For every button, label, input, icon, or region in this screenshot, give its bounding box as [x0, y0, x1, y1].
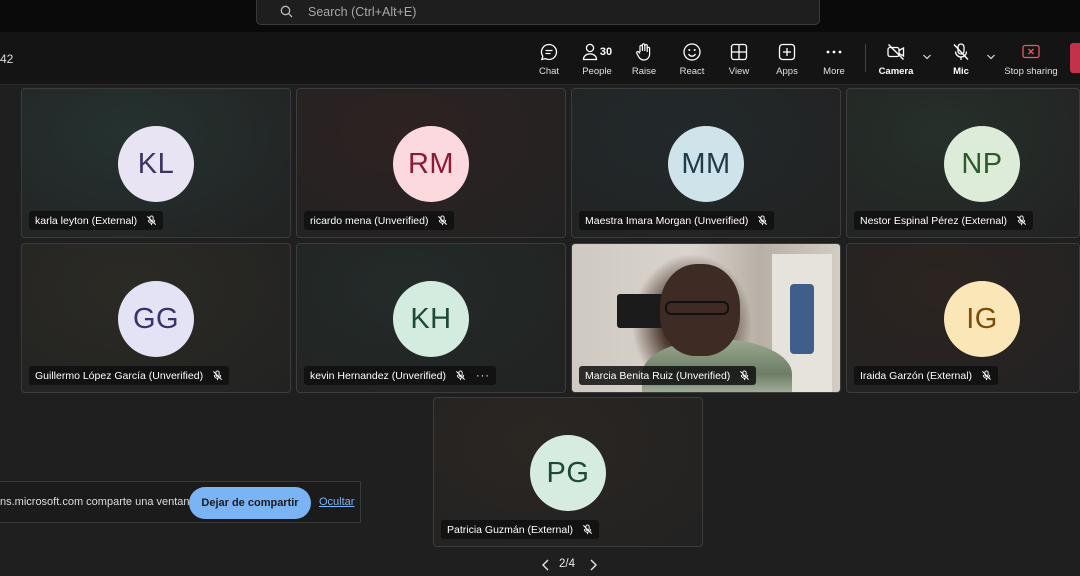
participant-name: Marcia Benita Ruiz (Unverified): [585, 369, 731, 382]
more-dots-icon: [826, 50, 842, 54]
stop-sharing-label: Stop sharing: [1004, 66, 1058, 77]
more-button[interactable]: More: [810, 32, 858, 84]
camera-off-icon: [887, 44, 905, 60]
participant-tile[interactable]: KH kevin Hernandez (Unverified) ···: [296, 243, 566, 393]
participant-tile[interactable]: NP Nestor Espinal Pérez (External): [846, 88, 1080, 238]
avatar: KL: [118, 126, 194, 202]
participant-nameplate: ricardo mena (Unverified): [304, 211, 455, 230]
page-indicator: 2/4: [559, 558, 575, 570]
participant-nameplate: Nestor Espinal Pérez (External): [854, 211, 1034, 230]
participant-name: Iraida Garzón (External): [860, 369, 973, 382]
participant-name: karla leyton (External): [35, 214, 138, 227]
mic-off-icon: [953, 43, 969, 60]
participant-nameplate: Iraida Garzón (External): [854, 366, 999, 385]
avatar: NP: [944, 126, 1020, 202]
people-icon: [582, 43, 598, 61]
participant-name: Maestra Imara Morgan (Unverified): [585, 214, 749, 227]
mic-options-chevron-icon[interactable]: [986, 52, 996, 62]
participant-tile[interactable]: KL karla leyton (External): [21, 88, 291, 238]
participant-name: Patricia Guzmán (External): [447, 523, 574, 536]
avatar: KH: [393, 281, 469, 357]
search-icon: [280, 5, 293, 18]
add-app-icon: [778, 43, 796, 61]
participant-tile[interactable]: PG Patricia Guzmán (External): [433, 397, 703, 547]
leave-button[interactable]: [1070, 43, 1080, 73]
participant-tile-video[interactable]: Marcia Benita Ruiz (Unverified): [571, 243, 841, 393]
share-message: ns.microsoft.com comparte una ventana.: [0, 496, 199, 508]
participant-tile[interactable]: GG Guillermo López García (Unverified): [21, 243, 291, 393]
search-box[interactable]: Search (Ctrl+Alt+E): [256, 0, 820, 25]
muted-mic-icon: [1016, 215, 1027, 226]
meeting-timer: 42: [0, 52, 14, 66]
muted-mic-icon: [981, 370, 992, 381]
participant-name: ricardo mena (Unverified): [310, 214, 429, 227]
smile-icon: [683, 43, 701, 61]
participant-tile[interactable]: MM Maestra Imara Morgan (Unverified): [571, 88, 841, 238]
avatar: PG: [530, 435, 606, 511]
people-count: 30: [599, 46, 613, 58]
screen-share-notification: ns.microsoft.com comparte una ventana. D…: [0, 481, 361, 523]
camera-label: Camera: [878, 66, 914, 77]
meeting-toolbar: 42 Chat 30 People Raise React View Apps …: [0, 32, 1080, 85]
participant-nameplate: Patricia Guzmán (External): [441, 520, 600, 539]
chevron-left-icon[interactable]: [540, 558, 552, 572]
chat-icon: [540, 43, 558, 61]
avatar: GG: [118, 281, 194, 357]
participant-more-options-icon[interactable]: ···: [476, 370, 490, 382]
participant-nameplate: Marcia Benita Ruiz (Unverified): [579, 366, 757, 385]
muted-mic-icon: [739, 370, 750, 381]
muted-mic-icon: [757, 215, 768, 226]
participant-name: kevin Hernandez (Unverified): [310, 369, 446, 382]
search-placeholder: Search (Ctrl+Alt+E): [308, 5, 417, 19]
camera-options-chevron-icon[interactable]: [922, 52, 932, 62]
video-background-cloth: [790, 284, 814, 354]
avatar: IG: [944, 281, 1020, 357]
muted-mic-icon: [455, 370, 466, 381]
stop-share-icon: [1022, 44, 1040, 59]
camera-button[interactable]: Camera: [872, 32, 920, 84]
avatar: RM: [393, 126, 469, 202]
gallery-pager: 2/4: [540, 557, 598, 573]
video-background-object: [617, 294, 665, 328]
stop-sharing-pill-button[interactable]: Dejar de compartir: [189, 487, 311, 519]
muted-mic-icon: [437, 215, 448, 226]
participant-nameplate: Guillermo López García (Unverified): [29, 366, 230, 385]
participant-nameplate: Maestra Imara Morgan (Unverified): [579, 211, 775, 230]
participant-tile[interactable]: IG Iraida Garzón (External): [846, 243, 1080, 393]
muted-mic-icon: [582, 524, 593, 535]
more-label: More: [823, 66, 845, 77]
title-bar: Search (Ctrl+Alt+E): [0, 0, 1080, 32]
mic-button[interactable]: Mic: [937, 32, 985, 84]
chevron-right-icon[interactable]: [587, 558, 599, 572]
hide-link[interactable]: Ocultar: [319, 496, 354, 508]
participant-name: Guillermo López García (Unverified): [35, 369, 204, 382]
video-person-glasses: [665, 301, 729, 315]
muted-mic-icon: [212, 370, 223, 381]
participant-tile[interactable]: RM ricardo mena (Unverified): [296, 88, 566, 238]
participant-name: Nestor Espinal Pérez (External): [860, 214, 1008, 227]
stop-sharing-button[interactable]: Stop sharing: [1004, 32, 1058, 84]
mic-label: Mic: [953, 66, 969, 77]
raise-hand-icon: [636, 43, 651, 61]
grid-view-icon: [730, 43, 748, 61]
participant-nameplate: karla leyton (External): [29, 211, 164, 230]
participant-nameplate: kevin Hernandez (Unverified) ···: [304, 366, 496, 385]
avatar: MM: [668, 126, 744, 202]
muted-mic-icon: [146, 215, 157, 226]
